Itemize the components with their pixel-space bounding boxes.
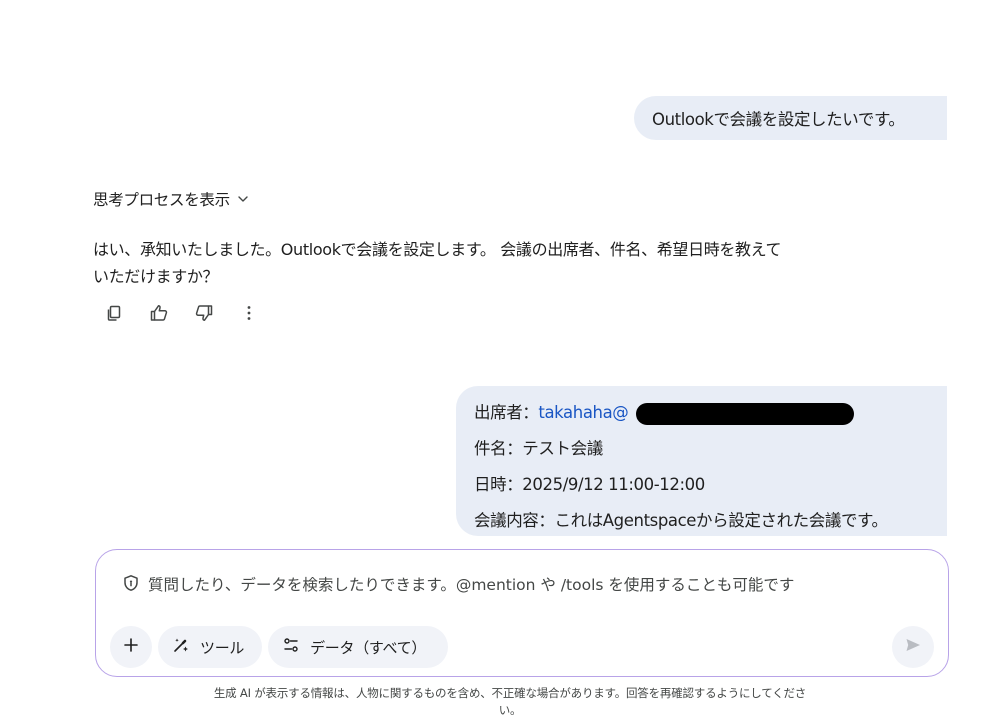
datetime-row: 日時：2025/9/12 11:00-12:00 <box>474 475 705 494</box>
attendee-email: takahaha@ <box>538 403 629 422</box>
attendee-label: 出席者： <box>474 403 539 422</box>
ai-response-text: はい、承知いたしました。Outlookで会議を設定します。 会議の出席者、件名、… <box>93 236 893 290</box>
subject-row: 件名：テスト会議 <box>474 439 603 458</box>
data-source-button[interactable]: データ（すべて） <box>268 626 449 668</box>
show-thinking-label: 思考プロセスを表示 <box>93 191 230 209</box>
tune-icon <box>282 636 300 658</box>
prompt-row <box>122 574 888 596</box>
composer-toolbar: ツール データ（すべて） <box>110 626 449 668</box>
tools-button[interactable]: ツール <box>158 626 263 668</box>
copy-button[interactable] <box>102 301 126 325</box>
ai-response-line: いただけますか？ <box>93 267 219 286</box>
user-message-text: Outlookで会議を設定したいです。 <box>652 110 905 129</box>
disclaimer-line: 生成 AI が表示する情報は、人物に関するものを含め、不正確な場合があります。回… <box>213 686 807 700</box>
shield-icon <box>122 574 140 596</box>
copy-icon <box>105 304 123 322</box>
redaction-bar <box>636 403 854 425</box>
add-button[interactable] <box>110 626 152 668</box>
plus-icon <box>123 637 139 657</box>
response-actions <box>102 301 261 325</box>
magic-wand-icon <box>172 636 190 658</box>
content-row: 会議内容：これはAgentspaceから設定された会議です。 <box>474 511 888 530</box>
user-message-bubble: 出席者：takahaha@ 件名：テスト会議 日時：2025/9/12 11:0… <box>456 386 947 536</box>
tools-button-label: ツール <box>200 638 245 657</box>
prompt-input[interactable] <box>148 576 888 594</box>
send-button[interactable] <box>892 626 934 668</box>
show-thinking-toggle[interactable]: 思考プロセスを表示 <box>93 187 250 211</box>
data-source-label: データ（すべて） <box>310 638 427 657</box>
chevron-down-icon <box>236 192 250 206</box>
thumbs-up-button[interactable] <box>147 301 171 325</box>
user-message-bubble: Outlookで会議を設定したいです。 <box>634 96 947 140</box>
send-icon <box>904 636 922 658</box>
thumbs-up-icon <box>149 303 169 323</box>
ai-response-line: はい、承知いたしました。Outlookで会議を設定します。 会議の出席者、件名、… <box>93 240 782 259</box>
more-options-button[interactable] <box>237 301 261 325</box>
chat-composer: ツール データ（すべて） <box>95 549 949 677</box>
ai-disclaimer: 生成 AI が表示する情報は、人物に関するものを含め、不正確な場合があります。回… <box>160 685 860 719</box>
more-vert-icon <box>239 303 259 323</box>
thumbs-down-button[interactable] <box>192 301 216 325</box>
thumbs-down-icon <box>194 303 214 323</box>
disclaimer-line: い。 <box>498 703 522 717</box>
attendee-row: 出席者：takahaha@ <box>474 395 947 431</box>
